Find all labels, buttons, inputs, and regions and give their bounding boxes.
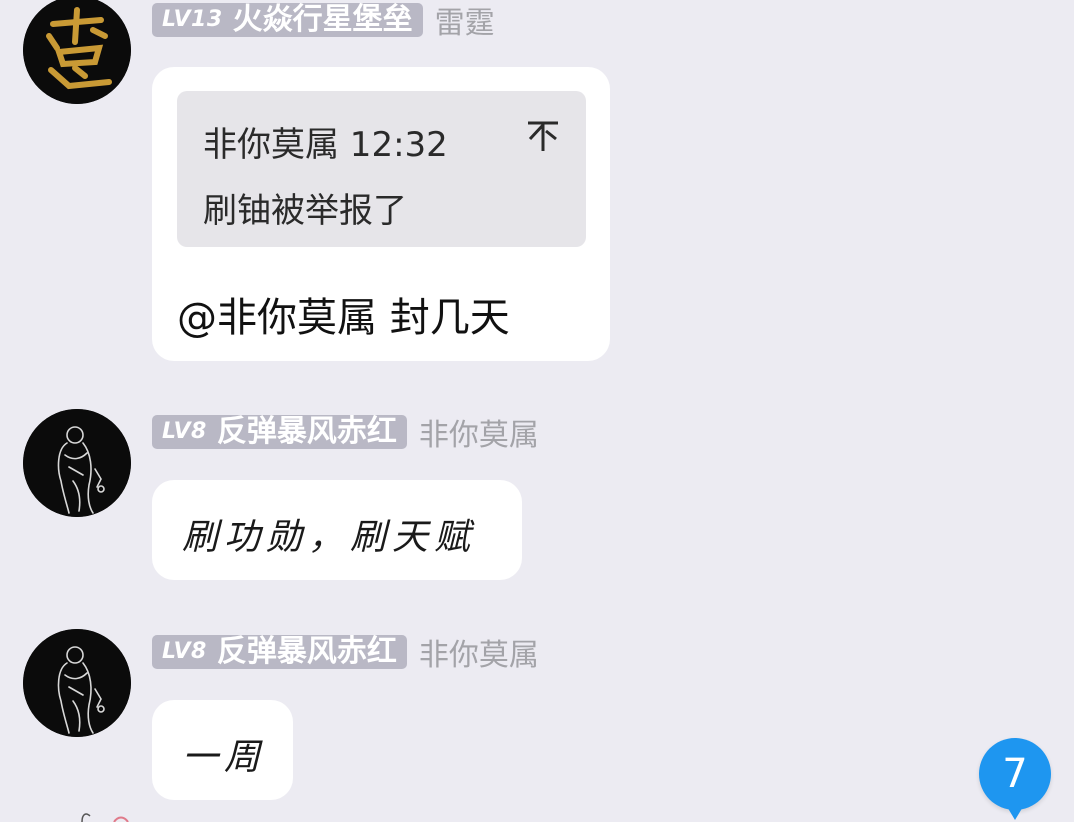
level-label: LV13	[162, 7, 223, 32]
sender-name[interactable]: 非你莫属	[419, 630, 539, 674]
message-header: LV13 火焱行星堡垒 雷霆	[152, 2, 495, 41]
quoted-message[interactable]: 非你莫属 12:32 刷铀被举报了	[177, 91, 586, 247]
message-bubble[interactable]: 一周	[152, 700, 293, 800]
member-title: 反弹暴风赤红	[216, 634, 397, 669]
quote-text: 刷铀被举报了	[203, 191, 407, 231]
quote-author-time: 非你莫属 12:32	[203, 125, 448, 165]
message-header: LV8 反弹暴风赤红 非你莫属	[152, 634, 539, 673]
level-title-badge: LV13 火焱行星堡垒	[152, 3, 423, 37]
unread-count: 7	[1002, 751, 1028, 797]
sender-name[interactable]: 非你莫属	[419, 410, 539, 454]
chat-thread: LV13 火焱行星堡垒 雷霆 非你莫属 12:32 刷铀被举报了 @非你莫属 封…	[0, 0, 1074, 822]
avatar[interactable]	[23, 629, 131, 737]
message-text: 刷功勋，刷天赋	[182, 517, 477, 558]
monk-sketch-avatar-icon	[23, 409, 131, 517]
avatar[interactable]	[23, 0, 131, 104]
level-label: LV8	[162, 639, 207, 664]
message-header: LV8 反弹暴风赤红 非你莫属	[152, 414, 539, 453]
gold-calligraphy-avatar-icon	[23, 0, 131, 104]
sender-name[interactable]: 雷霆	[435, 0, 495, 42]
message-text: 一周	[182, 737, 267, 778]
message-text: @非你莫属 封几天	[177, 295, 510, 341]
level-label: LV8	[162, 419, 207, 444]
avatar[interactable]	[23, 409, 131, 517]
message-bubble[interactable]: 非你莫属 12:32 刷铀被举报了 @非你莫属 封几天	[152, 67, 610, 361]
arrow-down-icon[interactable]	[526, 117, 560, 153]
member-title: 火焱行星堡垒	[232, 2, 413, 37]
level-title-badge: LV8 反弹暴风赤红	[152, 415, 407, 449]
member-title: 反弹暴风赤红	[216, 414, 397, 449]
message-bubble[interactable]: 刷功勋，刷天赋	[152, 480, 522, 580]
level-title-badge: LV8 反弹暴风赤红	[152, 635, 407, 669]
badge-pointer-icon	[1003, 800, 1027, 820]
partial-next-message	[81, 813, 129, 822]
monk-sketch-avatar-icon	[23, 629, 131, 737]
